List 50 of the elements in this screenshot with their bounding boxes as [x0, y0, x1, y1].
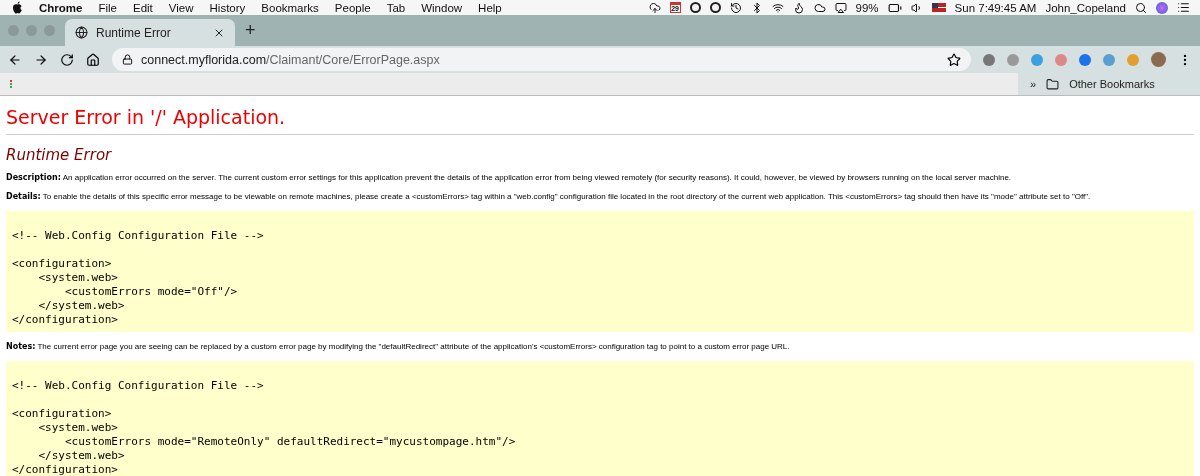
address-bar[interactable]: connect.myflorida.com/Claimant/Core/ErrorPage.aspx — [112, 48, 971, 71]
menu-item[interactable]: Edit — [133, 1, 153, 14]
menu-item[interactable]: People — [334, 1, 371, 14]
code-block: <!-- Web.Config Configuration File --> <configuration> <system.web> <customErrors mode="RemoteOnly" defaultRedirect="mycustompage.htm"/> </system.web> </configuration> — [6, 361, 1194, 476]
bookmark-folder[interactable]: Other Bookmarks — [1069, 78, 1155, 90]
code-block: <!-- Web.Config Configuration File --> <configuration> <system.web> <customErrors mode="Off"/> </system.web> </configuration> — [6, 211, 1194, 332]
paragraph: Notes: The current error page you are seeing can be replaced by a custom error page by modifying the "defaultRedirect" attribute of the application's <customErrors> configuration tag to point to a custom error page URL. — [6, 342, 791, 352]
error-title: Runtime Error — [6, 146, 113, 164]
cloud-icon[interactable] — [648, 1, 661, 14]
lock-icon — [122, 54, 133, 65]
flame-icon[interactable] — [792, 1, 805, 14]
reload-icon[interactable] — [60, 52, 74, 67]
menu-item[interactable]: Bookmarks — [261, 1, 319, 14]
flag-icon[interactable] — [931, 3, 946, 12]
search-icon[interactable] — [1135, 1, 1147, 14]
star-icon[interactable] — [947, 52, 961, 67]
extension-icon[interactable] — [983, 53, 995, 66]
overflow-chevron[interactable]: » — [1030, 78, 1037, 90]
forward-icon[interactable] — [34, 52, 48, 67]
clock-icon[interactable] — [729, 1, 742, 14]
menu-item[interactable]: Window — [421, 1, 463, 14]
wifi-icon[interactable] — [771, 1, 784, 14]
globe-icon[interactable] — [75, 26, 88, 39]
clock[interactable]: Sun 7:49:45 AM — [954, 1, 1037, 14]
circle-icon[interactable] — [689, 2, 701, 13]
home-icon[interactable] — [86, 52, 100, 67]
menu-item[interactable]: Tab — [386, 1, 406, 14]
cloud-icon[interactable] — [813, 1, 826, 14]
menu-item[interactable]: History — [209, 1, 246, 14]
volume-icon[interactable] — [910, 1, 923, 14]
page-heading: Server Error in '/' Application. — [6, 106, 1194, 135]
list-icon[interactable] — [1177, 1, 1190, 14]
paragraph: Description: An application error occurred on the server. The current custom error settings for this application prevent the details of the application error from being viewed remotely (for security reasons). It could, however, be viewed by browsers running on the local server machine. — [6, 173, 1013, 183]
menu-item[interactable]: Help — [478, 1, 502, 14]
menu-item[interactable]: File — [98, 1, 117, 14]
extension-icon[interactable] — [1079, 53, 1091, 66]
battery-percent: 99% — [855, 1, 879, 14]
siri-icon[interactable] — [1156, 1, 1168, 14]
menu-item[interactable]: View — [168, 1, 194, 14]
apple-icon[interactable] — [12, 1, 23, 14]
back-icon[interactable] — [8, 52, 22, 67]
user-name[interactable]: John_Copeland — [1045, 1, 1126, 14]
paragraph: Details: To enable the details of this specific error message to be viewable on remote machines, please create a <customErrors> tag within a "web.config" configuration file located in the root directory of the current web application. This <customErrors> tag should then have its "mode" attribute set to "Off". — [6, 192, 1092, 202]
menu-item[interactable]: Chrome — [39, 1, 83, 14]
airplay-icon[interactable] — [834, 1, 847, 14]
folder-icon[interactable] — [1046, 77, 1060, 91]
browser-tab[interactable]: Runtime Error — [65, 19, 235, 46]
new-tab-button[interactable]: + — [245, 20, 256, 41]
circle-icon[interactable] — [709, 2, 721, 13]
avatar[interactable] — [1151, 52, 1166, 67]
